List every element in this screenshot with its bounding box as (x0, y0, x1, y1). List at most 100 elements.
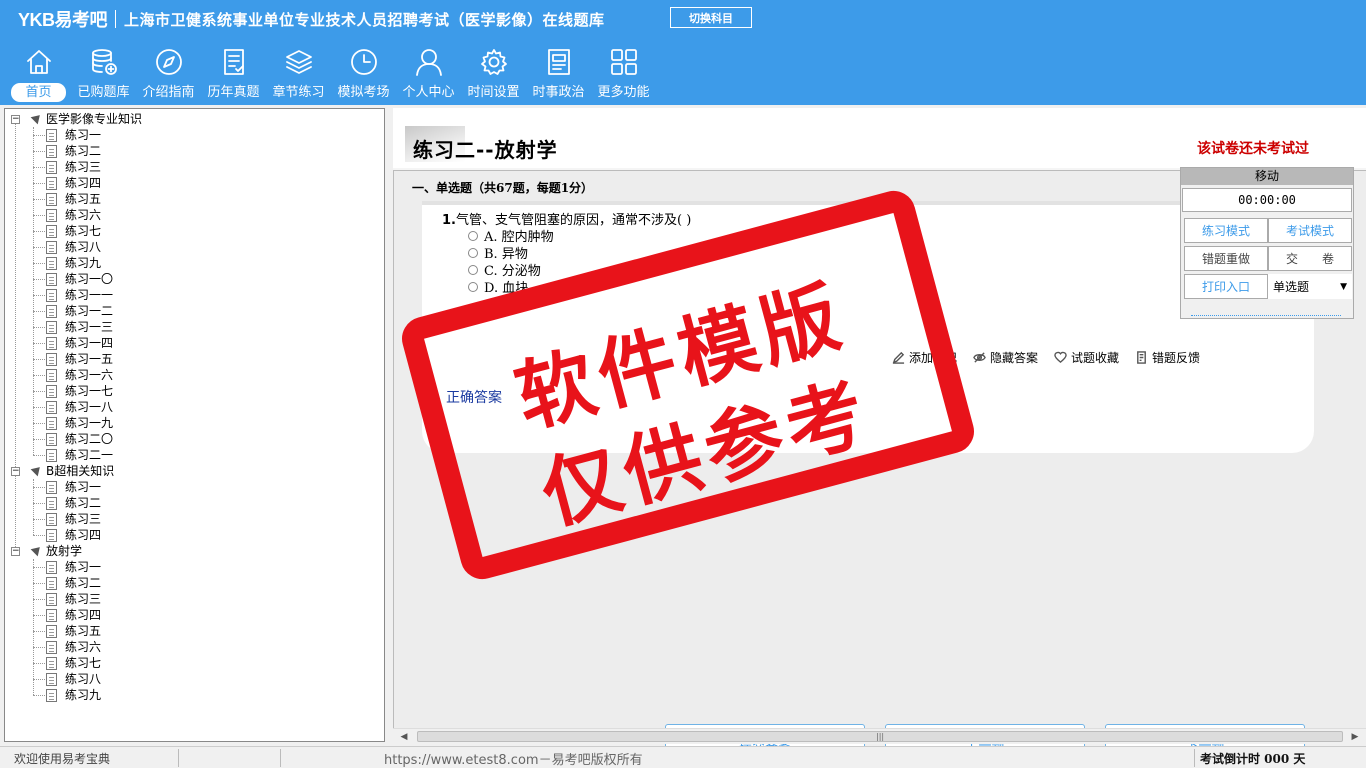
tree-leaf[interactable]: 练习一二 (5, 303, 384, 319)
print-button[interactable]: 打印入口 (1184, 274, 1268, 299)
tree-connector (33, 679, 45, 680)
tree-leaf[interactable]: 练习五 (5, 191, 384, 207)
tree-connector (33, 455, 45, 456)
practice-mode-button[interactable]: 练习模式 (1184, 218, 1268, 243)
tree-leaf[interactable]: 练习一九 (5, 415, 384, 431)
tree-leaf[interactable]: 练习一六 (5, 367, 384, 383)
collapse-toggle-icon[interactable]: − (11, 467, 20, 476)
tree-leaf[interactable]: 练习八 (5, 239, 384, 255)
tree-leaf[interactable]: 练习六 (5, 207, 384, 223)
radio-button[interactable] (468, 281, 478, 292)
nav-time-settings[interactable]: 时间设置 (461, 46, 526, 104)
tree-leaf[interactable]: 练习一七 (5, 383, 384, 399)
tree-connector (33, 631, 45, 632)
tree-folder[interactable]: − 放射学 (5, 543, 384, 559)
tree-leaf-label: 练习七 (65, 656, 102, 670)
collapse-toggle-icon[interactable]: − (11, 115, 20, 124)
tree-leaf[interactable]: 练习一〇 (5, 271, 384, 287)
hide-answer-button[interactable]: 隐藏答案 (973, 349, 1038, 366)
nav-label: 章节练习 (272, 85, 325, 100)
tree-leaf-label: 练习一二 (65, 304, 114, 318)
option-d[interactable]: D. 血块 (468, 278, 528, 296)
tree-connector (33, 135, 45, 136)
collapse-toggle-icon[interactable]: − (11, 547, 20, 556)
brand-divider (115, 10, 117, 28)
tree-leaf[interactable]: 练习一 (5, 127, 384, 143)
nav-mock-exam[interactable]: 模拟考场 (331, 46, 396, 104)
nav-more[interactable]: 更多功能 (591, 46, 656, 104)
tree-leaf[interactable]: 练习七 (5, 655, 384, 671)
option-a[interactable]: A. 腔内肿物 (468, 227, 554, 245)
tree-leaf[interactable]: 练习九 (5, 255, 384, 271)
radio-button[interactable] (468, 230, 478, 241)
scroll-left-icon[interactable]: ◀ (397, 731, 411, 743)
document-icon (46, 369, 57, 382)
app-title: 上海市卫健系统事业单位专业技术人员招聘考试（医学影像）在线题库 (124, 10, 605, 29)
nav-home[interactable]: 首页 (6, 46, 71, 104)
document-icon (46, 241, 57, 254)
add-note-button[interactable]: 添加笔记 (892, 349, 957, 366)
question-type-select[interactable]: 单选题 ▼ (1268, 274, 1352, 299)
tree-connector (33, 615, 45, 616)
option-b[interactable]: B. 异物 (468, 244, 528, 262)
switch-subject-button[interactable]: 切换科目 (670, 7, 752, 28)
nav-label: 个人中心 (402, 85, 455, 100)
status-divider (1194, 749, 1195, 767)
nav-past-papers[interactable]: 历年真题 (201, 46, 266, 104)
eye-off-icon (973, 352, 986, 363)
tree-leaf-label: 练习一四 (65, 336, 114, 350)
tree-leaf-label: 练习一〇 (65, 272, 114, 286)
radio-button[interactable] (468, 247, 478, 258)
tree-leaf[interactable]: 练习二一 (5, 447, 384, 463)
tree-leaf[interactable]: 练习二 (5, 495, 384, 511)
tree-leaf[interactable]: 练习七 (5, 223, 384, 239)
tree-folder-label: 医学影像专业知识 (46, 112, 143, 126)
exam-mode-button[interactable]: 考试模式 (1268, 218, 1352, 243)
tree-leaf-selected[interactable]: 练习二 (5, 575, 384, 591)
document-icon (46, 513, 57, 526)
tree-folder[interactable]: − B超相关知识 (5, 463, 384, 479)
tree-leaf[interactable]: 练习一八 (5, 399, 384, 415)
nav-current-affairs[interactable]: 时事政治 (526, 46, 591, 104)
tree-leaf[interactable]: 练习三 (5, 159, 384, 175)
option-c[interactable]: C. 分泌物 (468, 261, 541, 279)
tree-leaf[interactable]: 练习六 (5, 639, 384, 655)
tree-leaf[interactable]: 练习八 (5, 671, 384, 687)
tree-leaf[interactable]: 练习三 (5, 511, 384, 527)
redo-wrong-button[interactable]: 错题重做 (1184, 246, 1268, 271)
favorite-button[interactable]: 试题收藏 (1054, 349, 1119, 366)
tree-leaf[interactable]: 练习九 (5, 687, 384, 703)
hand-in-button[interactable]: 交 卷 (1268, 246, 1352, 271)
tree-leaf[interactable]: 练习二 (5, 143, 384, 159)
tree-leaf[interactable]: 练习一 (5, 479, 384, 495)
horizontal-scrollbar[interactable]: ◀ ||| ▶ (393, 728, 1366, 744)
tree-leaf[interactable]: 练习二〇 (5, 431, 384, 447)
scroll-right-icon[interactable]: ▶ (1348, 731, 1362, 743)
tree-leaf[interactable]: 练习一三 (5, 319, 384, 335)
nav-chapter-practice[interactable]: 章节练习 (266, 46, 331, 104)
tree-leaf[interactable]: 练习四 (5, 175, 384, 191)
scrollbar-thumb[interactable]: ||| (417, 731, 1343, 742)
feedback-button[interactable]: 错题反馈 (1135, 349, 1200, 366)
tree-leaf[interactable]: 练习一一 (5, 287, 384, 303)
tree-connector (33, 519, 45, 520)
nav-personal-center[interactable]: 个人中心 (396, 46, 461, 104)
radio-button[interactable] (468, 264, 478, 275)
nav-purchased-banks[interactable]: 已购题库 (71, 46, 136, 104)
nav-guide[interactable]: 介绍指南 (136, 46, 201, 104)
folder-icon (30, 463, 44, 477)
clock-icon (348, 46, 380, 78)
tree-leaf[interactable]: 练习三 (5, 591, 384, 607)
tree-leaf[interactable]: 练习五 (5, 623, 384, 639)
tree-leaf[interactable]: 练习一 (5, 559, 384, 575)
document-icon (46, 417, 57, 430)
tree-folder[interactable]: − 医学影像专业知识 (5, 111, 384, 127)
tree-leaf[interactable]: 练习四 (5, 607, 384, 623)
report-icon (1137, 351, 1146, 364)
tree-leaf[interactable]: 练习一五 (5, 351, 384, 367)
tree-leaf[interactable]: 练习一四 (5, 335, 384, 351)
tree-leaf[interactable]: 练习四 (5, 527, 384, 543)
nav-label: 时间设置 (467, 85, 520, 100)
timer-display: 00:00:00 (1182, 188, 1352, 212)
move-handle[interactable]: 移动 (1181, 168, 1353, 185)
